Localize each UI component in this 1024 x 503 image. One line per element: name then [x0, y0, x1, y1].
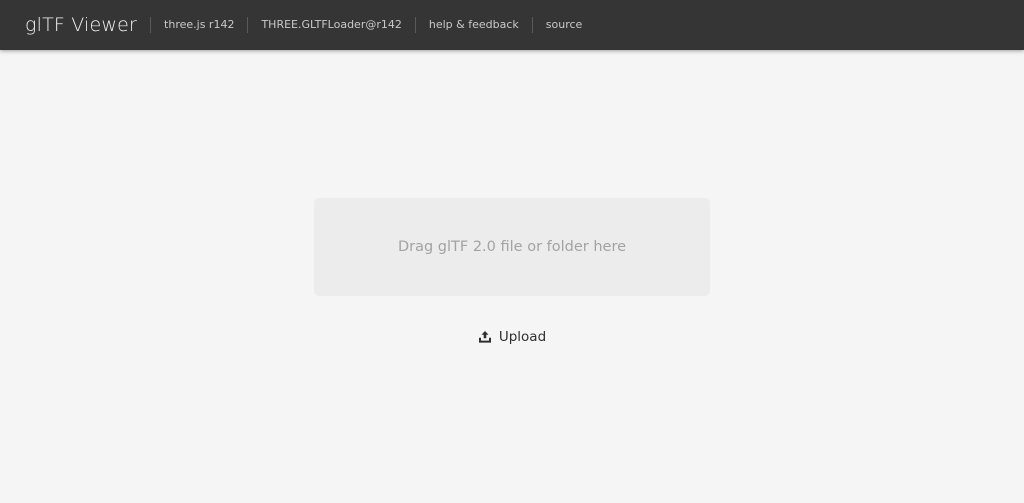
help-feedback-link[interactable]: help & feedback: [414, 17, 532, 33]
threejs-version-link[interactable]: three.js r142: [150, 17, 247, 33]
app-title-link[interactable]: glTF Viewer: [25, 14, 150, 36]
upload-label: Upload: [498, 329, 547, 345]
source-link[interactable]: source: [531, 17, 596, 33]
dropzone-text: Drag glTF 2.0 file or folder here: [397, 239, 627, 255]
top-navbar: glTF Viewer three.js r142 THREE.GLTFLoad…: [0, 0, 1024, 50]
gltfloader-version-link[interactable]: THREE.GLTFLoader@r142: [247, 17, 414, 33]
file-dropzone[interactable]: Drag glTF 2.0 file or folder here: [314, 198, 710, 296]
upload-button[interactable]: Upload: [0, 326, 1024, 348]
upload-icon: [478, 330, 492, 344]
